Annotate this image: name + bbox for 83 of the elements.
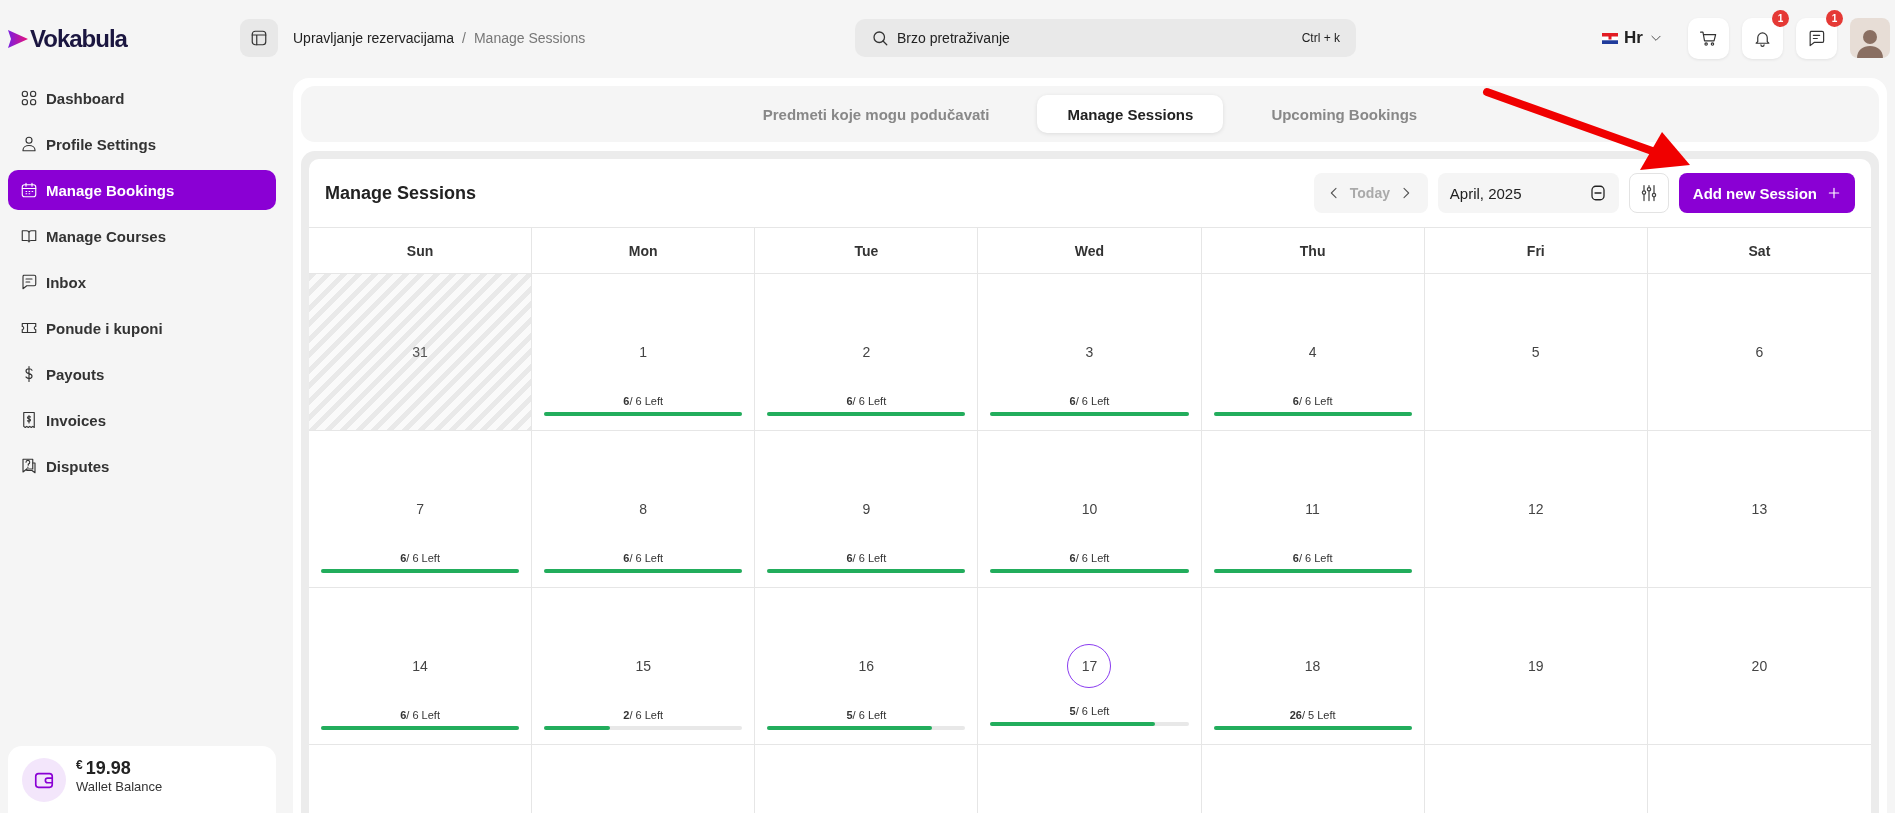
slots-left-text: 6/ 6 Left bbox=[1292, 395, 1333, 407]
weekday-header: Sun bbox=[406, 242, 434, 259]
day-number[interactable]: 5 bbox=[1513, 334, 1558, 370]
shortcut-hint: Ctrl + k bbox=[1301, 31, 1340, 45]
day-number[interactable]: 8 bbox=[621, 491, 666, 527]
day-number[interactable]: 2 bbox=[844, 334, 889, 370]
day-number[interactable]: 19 bbox=[1513, 648, 1558, 684]
search-icon bbox=[871, 29, 889, 47]
slots-left-text: 5/ 6 Left bbox=[846, 709, 887, 721]
sidebar-item[interactable]: Payouts bbox=[8, 354, 276, 394]
logo-text[interactable]: Vokabula bbox=[30, 25, 127, 53]
logo-chevron-icon bbox=[8, 30, 28, 48]
dashboard-icon bbox=[20, 89, 38, 107]
sidebar-item[interactable]: Dashboard bbox=[8, 78, 276, 118]
sidebar-item[interactable]: Manage Courses bbox=[8, 216, 276, 256]
sidebar-item[interactable]: Disputes bbox=[8, 446, 276, 486]
day-number[interactable]: 31 bbox=[398, 334, 443, 370]
plus-icon bbox=[1827, 186, 1841, 200]
day-number[interactable]: 6 bbox=[1737, 334, 1782, 370]
avatar[interactable] bbox=[1850, 18, 1890, 58]
slots-left-text: 2/ 6 Left bbox=[623, 709, 664, 721]
slots-left-text: 6/ 6 Left bbox=[1292, 552, 1333, 564]
book-icon bbox=[20, 227, 38, 245]
wallet-label: Wallet Balance bbox=[76, 779, 163, 794]
add-session-button[interactable]: Add new Session bbox=[1678, 173, 1855, 213]
day-number[interactable]: 4 bbox=[1290, 334, 1335, 370]
day-number[interactable]: 14 bbox=[398, 648, 443, 684]
slots-left-text: 6/ 6 Left bbox=[846, 395, 887, 407]
breadcrumb-separator: / bbox=[462, 30, 466, 46]
user-icon bbox=[20, 135, 38, 153]
language-selector[interactable]: Hr bbox=[1602, 28, 1663, 48]
day-number[interactable]: 11 bbox=[1290, 491, 1335, 527]
weekday-header: Mon bbox=[628, 242, 658, 259]
day-number[interactable]: 16 bbox=[844, 648, 889, 684]
receipt-icon bbox=[20, 411, 38, 429]
day-number[interactable]: 10 bbox=[1067, 491, 1112, 527]
sidebar-item[interactable]: Ponude i kuponi bbox=[8, 308, 276, 348]
calendar-icon bbox=[1588, 184, 1607, 202]
sidebar-item[interactable]: Invoices bbox=[8, 400, 276, 440]
sidebar-item[interactable]: Profile Settings bbox=[8, 124, 276, 164]
weekday-header: Fri bbox=[1526, 242, 1545, 259]
breadcrumb-link[interactable]: Upravljanje rezervacijama bbox=[293, 30, 455, 46]
question-icon bbox=[20, 457, 38, 475]
calendar-icon bbox=[20, 181, 38, 199]
slots-left-text: 5/ 6 Left bbox=[1069, 705, 1110, 717]
chat-icon bbox=[1807, 28, 1826, 48]
tab[interactable]: Manage Sessions bbox=[1037, 95, 1224, 133]
day-number[interactable]: 20 bbox=[1737, 648, 1782, 684]
day-number[interactable]: 13 bbox=[1737, 491, 1782, 527]
cart-button[interactable] bbox=[1688, 17, 1729, 59]
sidebar-toggle-button[interactable] bbox=[240, 19, 278, 57]
wallet-amount: 19.98 bbox=[85, 758, 131, 779]
slots-left-text: 6/ 6 Left bbox=[1069, 395, 1110, 407]
sidebar-item[interactable]: Inbox bbox=[8, 262, 276, 302]
month-picker[interactable]: April, 2025 bbox=[1437, 173, 1619, 213]
slots-left-text: 6/ 6 Left bbox=[623, 395, 664, 407]
day-number[interactable]: 9 bbox=[844, 491, 889, 527]
slots-left-text: 6/ 6 Left bbox=[400, 709, 440, 721]
slots-left-text: 6/ 6 Left bbox=[846, 552, 887, 564]
calendar-title: Manage Sessions bbox=[325, 182, 477, 204]
breadcrumb-current: Manage Sessions bbox=[473, 30, 586, 46]
day-number[interactable]: 1 bbox=[621, 334, 666, 370]
panel-icon bbox=[250, 29, 268, 47]
count-badge: 1 bbox=[1826, 9, 1843, 27]
day-number[interactable]: 3 bbox=[1067, 334, 1112, 370]
slots-left-text: 26/ 5 Left bbox=[1289, 709, 1336, 721]
count-badge: 1 bbox=[1772, 9, 1789, 27]
sidebar-item[interactable]: Manage Bookings bbox=[8, 170, 276, 210]
day-number[interactable]: 15 bbox=[621, 648, 666, 684]
chat-icon bbox=[20, 273, 38, 291]
flag-icon bbox=[1602, 32, 1619, 44]
currency-symbol: € bbox=[76, 758, 83, 772]
day-number[interactable]: 12 bbox=[1513, 491, 1558, 527]
filter-button[interactable] bbox=[1628, 173, 1669, 213]
weekday-header: Wed bbox=[1074, 242, 1105, 259]
weekday-header: Tue bbox=[854, 242, 879, 259]
weekday-header: Thu bbox=[1299, 242, 1326, 259]
slots-left-text: 6/ 6 Left bbox=[623, 552, 664, 564]
weekday-header: Sat bbox=[1748, 242, 1771, 259]
slots-left-text: 6/ 6 Left bbox=[1069, 552, 1110, 564]
day-number[interactable]: 7 bbox=[398, 491, 443, 527]
slots-left-text: 6/ 6 Left bbox=[400, 552, 440, 564]
day-number[interactable]: 18 bbox=[1290, 648, 1335, 684]
